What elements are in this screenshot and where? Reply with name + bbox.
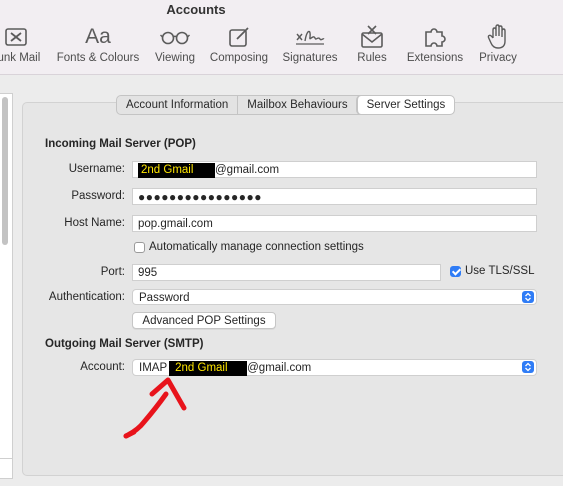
username-label: Username: [68,163,125,175]
smtp-account-suffix: @gmail.com [247,362,312,374]
username-field[interactable]: 2nd Gmail @gmail.com [132,161,537,178]
signature-icon [293,24,327,50]
tls-label: Use TLS/SSL [465,265,535,277]
account-tabs: Account Information Mailbox Behaviours S… [116,95,456,115]
toolbar-signatures[interactable]: Signatures [280,24,340,68]
toolbar-label: Composing [209,52,269,64]
chevron-updown-icon [522,291,534,303]
tls-checkbox[interactable] [450,266,461,277]
toolbar-label: Junk Mail [0,52,41,64]
toolbar-rules[interactable]: Rules [350,24,394,68]
password-label: Password: [71,190,125,202]
authentication-label: Authentication: [48,291,125,303]
chevron-updown-icon [522,361,534,373]
auto-manage-label: Automatically manage connection settings [149,241,364,253]
accounts-list[interactable] [0,93,13,479]
username-suffix: @gmail.com [215,164,280,176]
puzzle-icon [422,24,448,50]
tab-account-information[interactable]: Account Information [117,96,237,114]
tab-server-settings[interactable]: Server Settings [356,96,455,114]
fonts-icon: Aa [85,25,111,48]
authentication-select[interactable]: Password [132,289,537,305]
toolbar-viewing[interactable]: Viewing [150,24,200,68]
hand-icon [487,24,509,50]
tab-mailbox-behaviours[interactable]: Mailbox Behaviours [237,96,356,114]
authentication-value: Password [139,292,190,304]
password-field[interactable]: ●●●●●●●●●●●●●●●● [132,188,537,205]
port-label: Port: [100,266,125,278]
preferences-toolbar: Accounts Junk Mail Aa Fonts & Colours [0,0,563,75]
auto-manage-checkbox[interactable] [134,242,145,253]
toolbar-label: Viewing [154,52,196,64]
toolbar-fonts-colours[interactable]: Aa Fonts & Colours [55,24,141,68]
toolbar-junk-mail[interactable]: Junk Mail [0,24,46,68]
toolbar-composing[interactable]: Composing [208,24,270,68]
rules-icon [359,24,385,50]
redacted-username: 2nd Gmail [138,163,215,178]
toolbar-extensions[interactable]: Extensions [404,24,466,68]
advanced-pop-settings-button[interactable]: Advanced POP Settings [132,312,276,329]
hostname-field[interactable]: pop.gmail.com [132,215,537,232]
toolbar-label: Privacy [479,52,517,64]
window-title: Accounts [166,2,226,17]
toolbar-privacy[interactable]: Privacy [476,24,520,68]
junk-mail-icon [3,24,29,50]
outgoing-section-title: Outgoing Mail Server (SMTP) [45,338,204,350]
toolbar-label: Extensions [406,52,464,64]
accounts-list-scrollbar[interactable] [2,97,8,245]
compose-icon [227,24,251,50]
annotation-arrow [118,372,198,449]
glasses-icon [160,24,190,50]
port-field[interactable]: 995 [132,264,441,281]
toolbar-label: Signatures [282,52,338,64]
incoming-section-title: Incoming Mail Server (POP) [45,138,196,150]
divider [0,458,12,459]
toolbar-label: Fonts & Colours [56,52,140,64]
toolbar-label: Rules [357,52,387,64]
hostname-label: Host Name: [64,217,125,229]
